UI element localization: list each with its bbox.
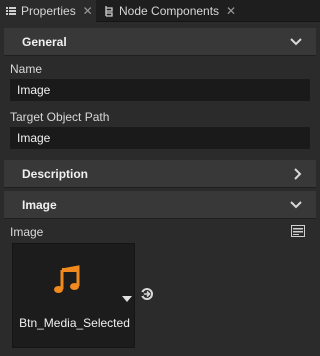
image-property-label: Image: [10, 225, 44, 239]
section-title: Image: [22, 197, 57, 212]
chevron-down-icon: [290, 28, 302, 56]
tab-properties-label: Properties: [21, 4, 76, 18]
image-asset-name: Btn_Media_Selected: [19, 316, 130, 330]
tab-bar: Properties ✕ Node Components ✕: [0, 0, 320, 22]
tab-properties[interactable]: Properties ✕: [0, 0, 96, 22]
list-icon: [5, 5, 17, 17]
name-label: Name: [10, 62, 43, 76]
reset-icon[interactable]: [140, 287, 154, 301]
tab-node-components[interactable]: Node Components ✕: [98, 0, 248, 22]
caret-down-icon[interactable]: [122, 290, 132, 302]
chevron-right-icon: [294, 160, 302, 188]
close-icon[interactable]: ✕: [225, 5, 237, 17]
components-icon: [103, 5, 115, 17]
properties-panel: Properties ✕ Node Components ✕ General N…: [0, 0, 320, 356]
section-general[interactable]: General: [4, 28, 316, 56]
close-icon[interactable]: ✕: [82, 5, 94, 17]
target-object-path-field[interactable]: Image: [10, 127, 310, 149]
section-image[interactable]: Image: [4, 191, 316, 219]
target-object-path-label: Target Object Path: [10, 110, 110, 124]
image-asset-thumbnail[interactable]: Btn_Media_Selected: [12, 243, 135, 348]
section-description[interactable]: Description: [4, 160, 316, 188]
section-title: General: [22, 34, 67, 49]
image-browser-icon[interactable]: [290, 224, 306, 238]
section-title: Description: [22, 166, 89, 181]
name-field[interactable]: Image: [10, 79, 310, 101]
music-note-icon: [51, 264, 83, 296]
tab-node-components-label: Node Components: [119, 4, 220, 18]
chevron-down-icon: [290, 191, 302, 219]
